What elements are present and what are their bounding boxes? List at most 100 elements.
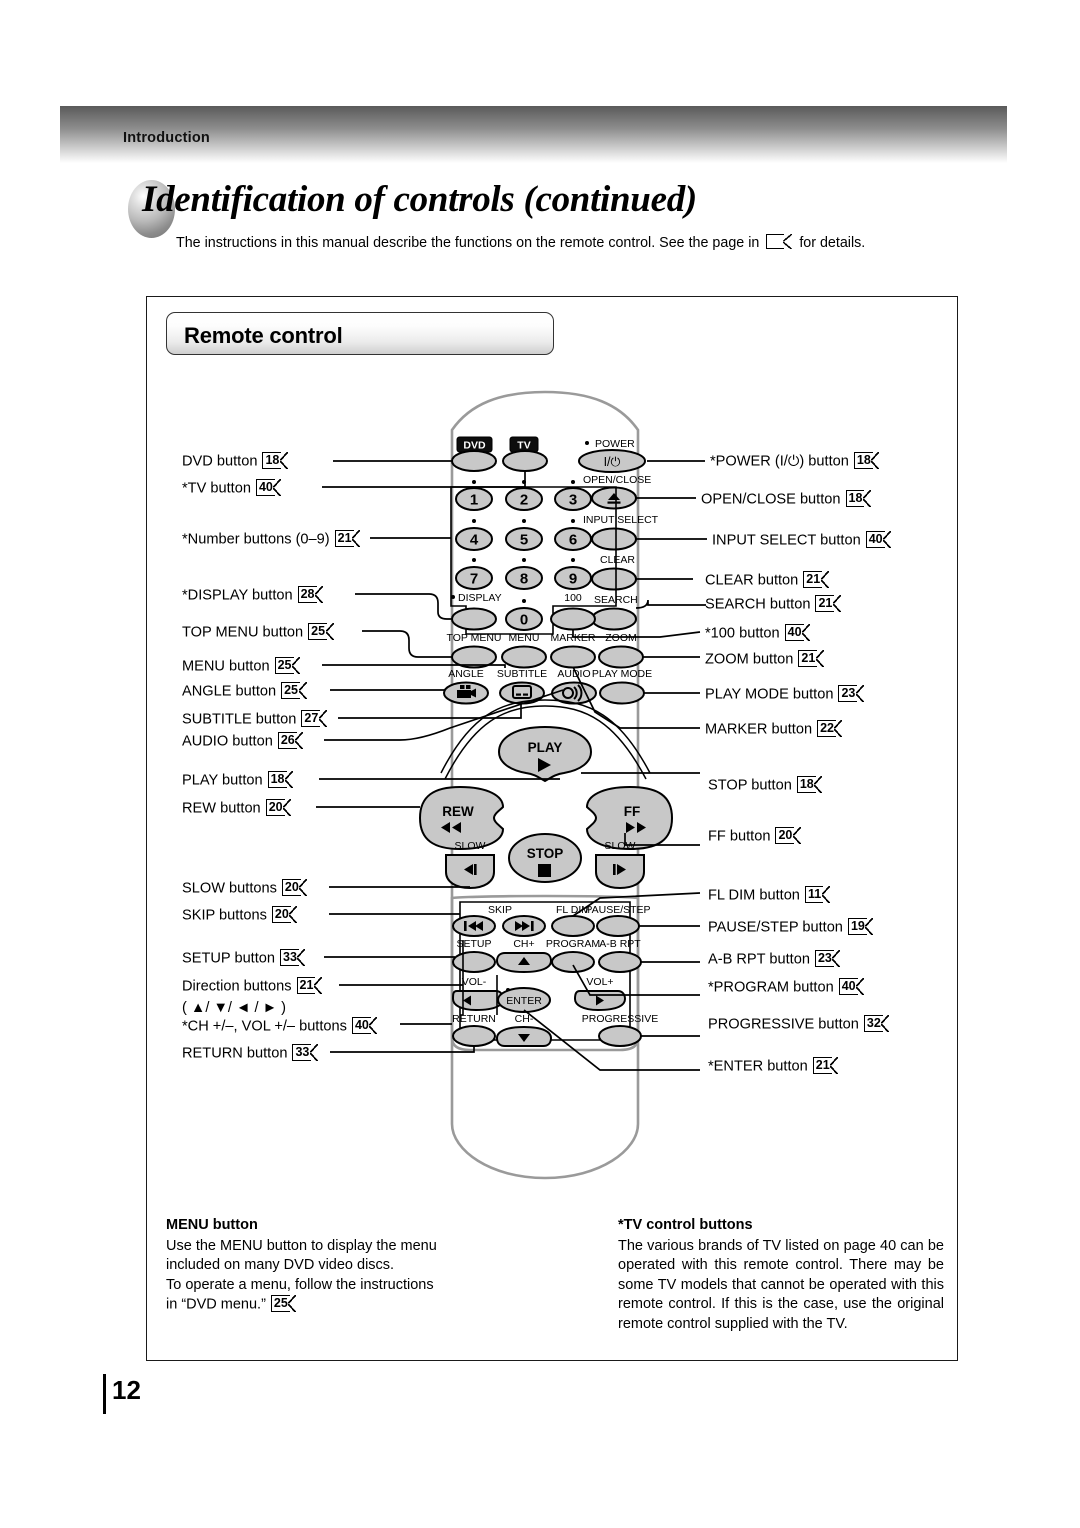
page-badge: 27 bbox=[301, 710, 327, 727]
page-badge: 21 bbox=[798, 650, 824, 667]
page-badge: 25 bbox=[270, 1295, 297, 1312]
label-text: AUDIO button bbox=[182, 733, 273, 750]
callout-fl-dim-button: FL DIM button 11 bbox=[708, 886, 832, 904]
label-text: SETUP button bbox=[182, 950, 276, 967]
callout-menu-button: MENU button 25 bbox=[182, 657, 303, 675]
intro-text-before: The instructions in this manual describe… bbox=[176, 235, 760, 251]
page-badge: 18 bbox=[262, 452, 288, 469]
callout-dvd-button: DVD button 18 bbox=[182, 452, 290, 470]
page-badge: 19 bbox=[847, 918, 874, 935]
note-menu-line-1: Use the MENU button to display the menu bbox=[166, 1237, 437, 1254]
label-text: CLEAR button bbox=[705, 572, 799, 589]
label-text: STOP button bbox=[708, 777, 792, 794]
callout-pause-step-button: PAUSE/STEP button 19 bbox=[708, 918, 876, 936]
callout-skip-buttons: SKIP buttons 20 bbox=[182, 906, 300, 924]
page-badge: 28 bbox=[297, 586, 324, 603]
label-text: SKIP buttons bbox=[182, 907, 267, 924]
page-badge: 40 bbox=[784, 624, 811, 641]
label-text: *CH +/–, VOL +/– buttons bbox=[182, 1018, 347, 1035]
chapter-label: Introduction bbox=[123, 130, 210, 146]
callout-number-buttons: *Number buttons (0–9) 21 bbox=[182, 530, 363, 548]
label-text: *ENTER button bbox=[708, 1058, 808, 1075]
note-tv-title: *TV control buttons bbox=[618, 1217, 753, 1233]
note-menu-line-3: To operate a menu, follow the instructio… bbox=[166, 1276, 434, 1293]
section-heading-text: Remote control bbox=[184, 323, 343, 348]
page-badge: 40 bbox=[865, 531, 892, 548]
page-badge: 11 bbox=[804, 886, 830, 903]
page-badge: 20 bbox=[281, 879, 308, 896]
page-badge: 18 bbox=[853, 452, 880, 469]
label-text: A-B RPT button bbox=[708, 951, 810, 968]
label-text: MARKER button bbox=[705, 721, 813, 738]
label-text: SLOW buttons bbox=[182, 880, 277, 897]
page-badge: 32 bbox=[863, 1015, 890, 1032]
callout-play-mode-button: PLAY MODE button 23 bbox=[705, 685, 866, 703]
label-text: DVD button bbox=[182, 453, 258, 470]
callout-hundred-button: *100 button 40 bbox=[705, 624, 813, 642]
page-badge: 21 bbox=[334, 530, 361, 547]
label-text: ANGLE button bbox=[182, 683, 277, 700]
note-tv-body: The various brands of TV listed on page … bbox=[618, 1237, 944, 1332]
page-reference-blank-icon bbox=[766, 234, 793, 250]
callout-rew-button: REW button 20 bbox=[182, 799, 294, 817]
label-text: Direction buttons bbox=[182, 978, 292, 995]
callout-subtitle-button: SUBTITLE button 27 bbox=[182, 710, 329, 728]
label-text: PROGRESSIVE button bbox=[708, 1016, 859, 1033]
page-title-text: Identification of controls (continued) bbox=[142, 179, 697, 220]
callout-display-button: *DISPLAY button 28 bbox=[182, 586, 326, 604]
page-number-rule bbox=[103, 1374, 106, 1414]
note-menu-button: MENU button Use the MENU button to displ… bbox=[166, 1216, 496, 1315]
intro-paragraph: The instructions in this manual describe… bbox=[176, 234, 865, 251]
note-menu-line-4: in “DVD menu.” 25 bbox=[166, 1295, 496, 1315]
note-menu-line-2: included on many DVD video discs. bbox=[166, 1257, 395, 1273]
label-text: *Number buttons (0–9) bbox=[182, 531, 330, 548]
callout-ff-button: FF button 20 bbox=[708, 827, 803, 845]
intro-text-after: for details. bbox=[799, 235, 866, 251]
callout-direction-arrows: ( ▲/ ▼/ ◄ / ► ) bbox=[182, 1000, 286, 1016]
page-badge: 23 bbox=[838, 685, 864, 702]
note-tv-control-buttons: *TV control buttons The various brands o… bbox=[618, 1216, 944, 1334]
label-text: *POWER (I/⏻) button bbox=[710, 453, 849, 470]
label-text: REW button bbox=[182, 800, 261, 817]
callout-return-button: RETURN button 33 bbox=[182, 1044, 320, 1062]
callout-stop-button: STOP button 18 bbox=[708, 776, 825, 794]
label-text: *TV button bbox=[182, 480, 251, 497]
page-badge: 18 bbox=[267, 771, 294, 788]
label-text: ZOOM button bbox=[705, 651, 794, 668]
callout-progressive-button: PROGRESSIVE button 32 bbox=[708, 1015, 892, 1033]
page-badge: 26 bbox=[277, 732, 304, 749]
callout-enter-button: *ENTER button 21 bbox=[708, 1057, 841, 1075]
callout-power-button: *POWER (I/⏻) button 18 bbox=[710, 452, 882, 470]
label-text: OPEN/CLOSE button bbox=[701, 491, 841, 508]
callout-slow-buttons: SLOW buttons 20 bbox=[182, 879, 310, 897]
note-menu-title: MENU button bbox=[166, 1217, 258, 1233]
page-badge: 33 bbox=[292, 1044, 318, 1061]
label-text: INPUT SELECT button bbox=[712, 532, 861, 549]
page-badge: 40 bbox=[838, 978, 865, 995]
label-text: PAUSE/STEP button bbox=[708, 919, 843, 936]
page-number: 12 bbox=[112, 1375, 141, 1405]
page-badge: 25 bbox=[308, 623, 334, 640]
label-text: TOP MENU button bbox=[182, 624, 304, 641]
page-badge: 20 bbox=[775, 827, 801, 844]
page-badge: 21 bbox=[296, 977, 323, 994]
page-badge: 25 bbox=[281, 682, 307, 699]
label-text: PLAY button bbox=[182, 772, 263, 789]
callout-play-button: PLAY button 18 bbox=[182, 771, 296, 789]
callout-ab-rpt-button: A-B RPT button 23 bbox=[708, 950, 843, 968]
label-text: FL DIM button bbox=[708, 887, 800, 904]
page-title: Identification of controls (continued) bbox=[128, 178, 1028, 242]
label-text: MENU button bbox=[182, 658, 270, 675]
callout-input-select-button: INPUT SELECT button 40 bbox=[712, 531, 894, 549]
callout-direction-buttons: Direction buttons 21 bbox=[182, 977, 324, 995]
page-badge: 40 bbox=[351, 1017, 378, 1034]
label-text: SUBTITLE button bbox=[182, 711, 297, 728]
label-text: PLAY MODE button bbox=[705, 686, 834, 703]
page-badge: 21 bbox=[815, 595, 841, 612]
callout-setup-button: SETUP button 33 bbox=[182, 949, 308, 967]
page-badge: 25 bbox=[274, 657, 301, 674]
page-badge: 20 bbox=[265, 799, 292, 816]
callout-program-button: *PROGRAM button 40 bbox=[708, 978, 867, 996]
label-text: RETURN button bbox=[182, 1045, 288, 1062]
page-badge: 33 bbox=[280, 949, 306, 966]
